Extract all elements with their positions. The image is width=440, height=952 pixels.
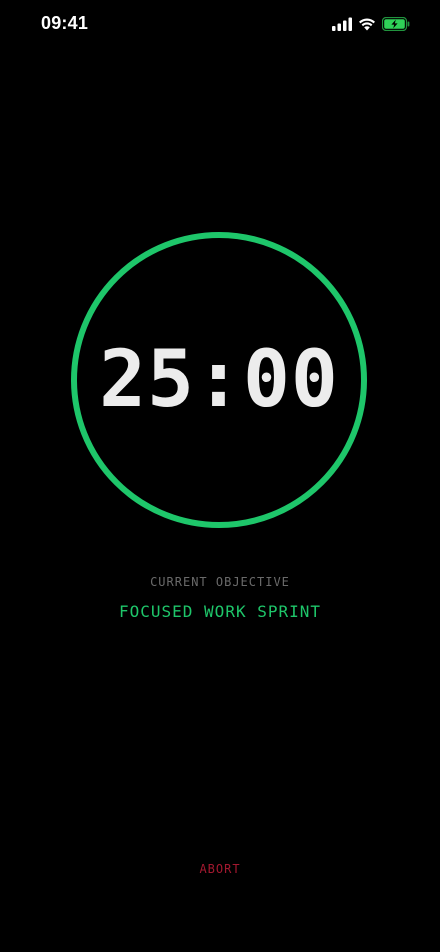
abort-button[interactable]: ABORT	[170, 855, 270, 883]
status-icons	[332, 14, 410, 34]
status-bar: 09:41	[0, 0, 440, 50]
timer-display: 25:00	[99, 335, 339, 425]
battery-charging-icon	[382, 17, 410, 31]
status-time: 09:41	[41, 13, 89, 33]
signal-icon	[332, 17, 352, 31]
wifi-icon	[358, 17, 376, 31]
objective-value: FOCUSED WORK SPRINT	[118, 602, 322, 621]
objective-label: CURRENT OBJECTIVE	[150, 575, 290, 589]
